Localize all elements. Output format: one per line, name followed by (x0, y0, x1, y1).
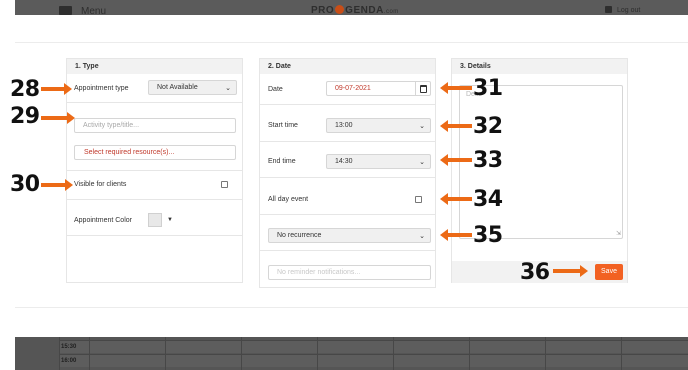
calendar-time-label: 16:00 (61, 358, 77, 364)
app-logo: PRO GENDA.com (311, 5, 399, 15)
calendar-column-line (545, 337, 546, 370)
calendar-column-line (89, 337, 90, 370)
logo-text-pre: PRO (311, 5, 335, 15)
input-divider (415, 82, 416, 95)
chevron-down-icon: ⌄ (419, 159, 425, 166)
menu-icon[interactable] (59, 6, 72, 15)
type-panel: 1. Type Appointment type Not Available ⌄… (66, 58, 243, 283)
arrow-left-icon (440, 229, 472, 241)
type-panel-title: 1. Type (67, 59, 242, 74)
logo-text-post: GENDA (345, 5, 384, 15)
calendar-time-row: 16:00 (59, 354, 688, 367)
arrow-left-icon (440, 193, 472, 205)
annotation-number: 32 (473, 114, 503, 139)
row-divider (67, 102, 242, 103)
calendar-icon[interactable] (420, 85, 427, 93)
row-divider (260, 214, 435, 215)
arrow-right-icon (41, 179, 73, 191)
menu-label[interactable]: Menu (81, 6, 106, 15)
chevron-down-icon: ⌄ (225, 85, 231, 92)
date-value: 09-07-2021 (335, 85, 371, 92)
row-divider (260, 177, 435, 178)
visible-for-clients-label: Visible for clients (74, 181, 127, 188)
logout-link[interactable]: Log out (617, 7, 640, 14)
row-divider (67, 170, 242, 171)
calendar-column-line (165, 337, 166, 370)
save-button[interactable]: Save (595, 264, 623, 280)
start-time-value: 13:00 (335, 122, 353, 129)
calendar-column-line (621, 337, 622, 370)
annotation-number: 28 (10, 77, 40, 102)
resize-grip-icon[interactable]: ⇲ (616, 230, 621, 237)
date-panel: 2. Date Date 09-07-2021 Start time 13:00… (259, 58, 436, 288)
recurrence-select[interactable]: No recurrence ⌄ (268, 228, 431, 243)
end-time-label: End time (268, 158, 296, 165)
arrow-right-icon (553, 265, 588, 277)
annotation-number: 29 (10, 104, 40, 129)
notifications-field[interactable]: No reminder notifications... (268, 265, 431, 280)
calendar-time-label: 15:30 (61, 344, 77, 350)
annotation-number: 30 (10, 172, 40, 197)
activity-title-input[interactable]: Activity type/title... (74, 118, 236, 133)
calendar-column-line (317, 337, 318, 370)
color-swatch[interactable] (148, 213, 162, 227)
calendar-column-line (393, 337, 394, 370)
annotation-number: 36 (520, 260, 550, 285)
annotation-number: 34 (473, 187, 503, 212)
calendar-time-row: 15:30 (59, 340, 688, 353)
annotation-number: 33 (473, 148, 503, 173)
arrow-right-icon (41, 83, 72, 95)
select-resources-field[interactable]: Select required resource(s)... (74, 145, 236, 160)
all-day-event-checkbox[interactable] (415, 196, 422, 203)
date-panel-title: 2. Date (260, 59, 435, 74)
appointment-type-select[interactable]: Not Available ⌄ (148, 80, 237, 95)
chevron-down-icon: ⌄ (419, 233, 425, 240)
visible-for-clients-checkbox[interactable] (221, 181, 228, 188)
row-divider (260, 104, 435, 105)
modal-divider (15, 307, 688, 308)
calendar-column-line (469, 337, 470, 370)
calendar-column-line (241, 337, 242, 370)
arrow-left-icon (440, 82, 472, 94)
arrow-left-icon (440, 154, 472, 166)
row-divider (67, 199, 242, 200)
recurrence-value: No recurrence (277, 232, 322, 239)
calendar-grid: 15:30 16:00 (15, 337, 688, 370)
annotation-number: 31 (473, 76, 503, 101)
all-day-event-label: All day event (268, 196, 309, 203)
appointment-type-value: Not Available (157, 84, 198, 91)
date-input[interactable]: 09-07-2021 (326, 81, 431, 96)
caret-down-icon[interactable]: ▼ (167, 217, 173, 223)
row-divider (67, 235, 242, 236)
end-time-select[interactable]: 14:30 ⌄ (326, 154, 431, 169)
row-divider (260, 250, 435, 251)
appointment-type-label: Appointment type (74, 85, 129, 92)
annotation-number: 35 (473, 223, 503, 248)
app-header: Menu PRO GENDA.com Log out (15, 0, 688, 15)
logo-circle-icon (335, 5, 345, 14)
date-label: Date (268, 86, 283, 93)
row-divider (260, 141, 435, 142)
appointment-modal: 1. Type Appointment type Not Available ⌄… (15, 15, 688, 337)
appointment-color-label: Appointment Color (74, 217, 132, 224)
start-time-label: Start time (268, 122, 298, 129)
start-time-select[interactable]: 13:00 ⌄ (326, 118, 431, 133)
details-panel-title: 3. Details (452, 59, 627, 74)
modal-divider (15, 42, 688, 43)
lock-icon (605, 6, 612, 13)
end-time-value: 14:30 (335, 158, 353, 165)
chevron-down-icon: ⌄ (419, 123, 425, 130)
calendar-column-line (59, 337, 60, 370)
arrow-right-icon (41, 112, 75, 124)
arrow-left-icon (440, 120, 472, 132)
